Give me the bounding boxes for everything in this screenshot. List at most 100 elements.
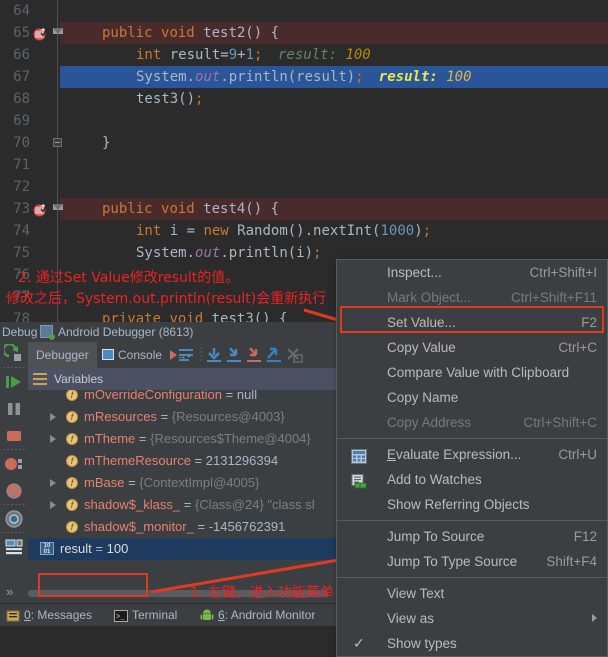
breakpoint-icon[interactable] — [33, 26, 47, 40]
inline-debug-hint: result: 100 — [278, 44, 371, 66]
code-line[interactable]: 64 — [0, 0, 608, 22]
add-to-watches-icon — [351, 472, 367, 487]
menu-item-copy-name[interactable]: Copy Name — [337, 385, 607, 410]
submenu-arrow-icon — [592, 614, 597, 622]
fold-collapsed-icon[interactable] — [53, 138, 62, 147]
annotation-box-result-variable — [38, 573, 148, 597]
fold-expanded-icon[interactable] — [53, 28, 62, 37]
menu-item-add-to-watches[interactable]: Add to Watches — [337, 467, 607, 492]
variable-name-value: mBase = {ContextImpl@4005} — [84, 472, 259, 494]
debugger-session-icon — [40, 325, 53, 338]
toolbar-separator — [3, 367, 25, 368]
line-number: 78 — [0, 308, 30, 322]
variable-name-value: mOverrideConfiguration = null — [84, 390, 257, 406]
menu-item-shortcut: Ctrl+U — [558, 442, 597, 467]
menu-item-label: Copy Name — [387, 385, 458, 410]
line-highlight — [66, 176, 608, 198]
debugger-toolbar[interactable] — [168, 342, 338, 368]
code-text: private void test3() { — [102, 308, 287, 322]
menu-item-compare-value-with-clipboard[interactable]: Compare Value with Clipboard — [337, 360, 607, 385]
menu-item-label: Copy Address — [387, 410, 471, 435]
menu-item-shortcut: F12 — [574, 524, 597, 549]
menu-separator — [337, 577, 607, 578]
view-breakpoints-icon[interactable] — [4, 454, 24, 474]
line-highlight — [66, 0, 608, 22]
code-line[interactable]: 70} — [0, 132, 608, 154]
line-number: 69 — [0, 110, 30, 132]
debug-side-toolbar[interactable]: » — [0, 342, 28, 604]
menu-item-inspect[interactable]: Inspect...Ctrl+Shift+I — [337, 260, 607, 285]
code-text: int i = new Random().nextInt(1000); — [136, 220, 431, 242]
expand-triangle-icon[interactable] — [50, 479, 56, 487]
breakpoint-icon[interactable] — [33, 202, 47, 216]
rerun-icon[interactable] — [4, 344, 24, 364]
line-number: 72 — [0, 176, 30, 198]
menu-item-shortcut: Ctrl+C — [558, 335, 597, 360]
expand-triangle-icon[interactable] — [50, 435, 56, 443]
variable-name-value: shadow$_monitor_ = -1456762391 — [84, 516, 285, 538]
tab-console[interactable]: Console — [94, 342, 170, 368]
code-line[interactable]: 66 int result=9+1; result: 100 — [0, 44, 608, 66]
variable-name-value: mThemeResource = 2131296394 — [84, 450, 278, 472]
code-line[interactable]: 68test3(); — [0, 88, 608, 110]
code-text: int result=9+1; — [136, 44, 262, 66]
code-line[interactable]: 72 — [0, 176, 608, 198]
layout-inspector-icon[interactable] — [4, 537, 24, 557]
variables-icon — [33, 373, 47, 385]
code-text: } — [102, 132, 110, 154]
line-number: 71 — [0, 154, 30, 176]
tab-label: Debugger — [36, 348, 89, 362]
line-highlight — [66, 154, 608, 176]
menu-item-show-referring-objects[interactable]: Show Referring Objects — [337, 492, 607, 517]
pause-program-icon[interactable] — [4, 399, 24, 419]
annotation-step2-line1: 2. 通过Set Value修改result的值。 — [18, 267, 239, 287]
screenshot-icon[interactable] — [4, 509, 24, 529]
toolbar-separator-2 — [3, 449, 25, 450]
menu-item-label: Show types — [387, 631, 457, 656]
mute-breakpoints-icon[interactable] — [4, 481, 24, 501]
line-number: 73 — [0, 198, 30, 220]
status-item-label: Terminal — [132, 604, 177, 626]
menu-item-copy-value[interactable]: Copy ValueCtrl+C — [337, 335, 607, 360]
code-line[interactable]: 67System.out.println(result);result: 100 — [0, 66, 608, 88]
variables-title: Variables — [54, 368, 103, 390]
line-highlight — [66, 110, 608, 132]
code-line[interactable]: 73public void test4() { — [0, 198, 608, 220]
code-line[interactable]: 69 — [0, 110, 608, 132]
stop-icon[interactable] — [4, 426, 24, 446]
line-number: 66 — [0, 44, 30, 66]
field-icon: f — [66, 433, 78, 445]
menu-item-show-types[interactable]: ✓ Show types — [337, 631, 607, 656]
more-tool-windows-icon[interactable]: » — [6, 582, 26, 602]
inline-debug-hint: result: 100 — [379, 66, 472, 88]
variable-name-value: mTheme = {Resources$Theme@4004} — [84, 428, 311, 450]
field-icon: f — [66, 499, 78, 511]
resume-program-icon[interactable] — [4, 372, 24, 392]
status-item-label: 6: Android Monitor — [218, 604, 315, 626]
line-highlight — [66, 132, 608, 154]
menu-item-label: Show Referring Objects — [387, 492, 530, 517]
code-text: public void test2() { — [102, 22, 279, 44]
field-icon: f — [66, 477, 78, 489]
menu-separator — [337, 520, 607, 521]
menu-item-jump-to-type-source[interactable]: Jump To Type SourceShift+F4 — [337, 549, 607, 574]
tab-debugger[interactable]: Debugger — [28, 342, 97, 368]
expand-triangle-icon[interactable] — [50, 501, 56, 509]
menu-item-view-text[interactable]: View Text — [337, 581, 607, 606]
menu-item-copy-address[interactable]: Copy Address Ctrl+Shift+C — [337, 410, 607, 435]
variable-name-value: shadow$_klass_ = {Class@24} "class sl — [84, 494, 315, 516]
menu-item-shortcut: Ctrl+Shift+C — [523, 410, 597, 435]
tab-label: Console — [118, 348, 162, 362]
code-line[interactable]: 65public void test2() { — [0, 22, 608, 44]
menu-item-label: Add to Watches — [387, 467, 482, 492]
checkmark-icon: ✓ — [353, 631, 365, 656]
fold-expanded-icon[interactable] — [53, 204, 62, 213]
field-icon: f — [66, 411, 78, 423]
code-line[interactable]: 71 — [0, 154, 608, 176]
menu-item-jump-to-source[interactable]: Jump To SourceF12 — [337, 524, 607, 549]
menu-item-view-as[interactable]: View as — [337, 606, 607, 631]
expand-triangle-icon[interactable] — [50, 413, 56, 421]
code-line[interactable]: 74int i = new Random().nextInt(1000); — [0, 220, 608, 242]
menu-separator — [337, 438, 607, 439]
menu-item-evaluate-expression[interactable]: Evaluate Expression...Ctrl+U — [337, 442, 607, 467]
